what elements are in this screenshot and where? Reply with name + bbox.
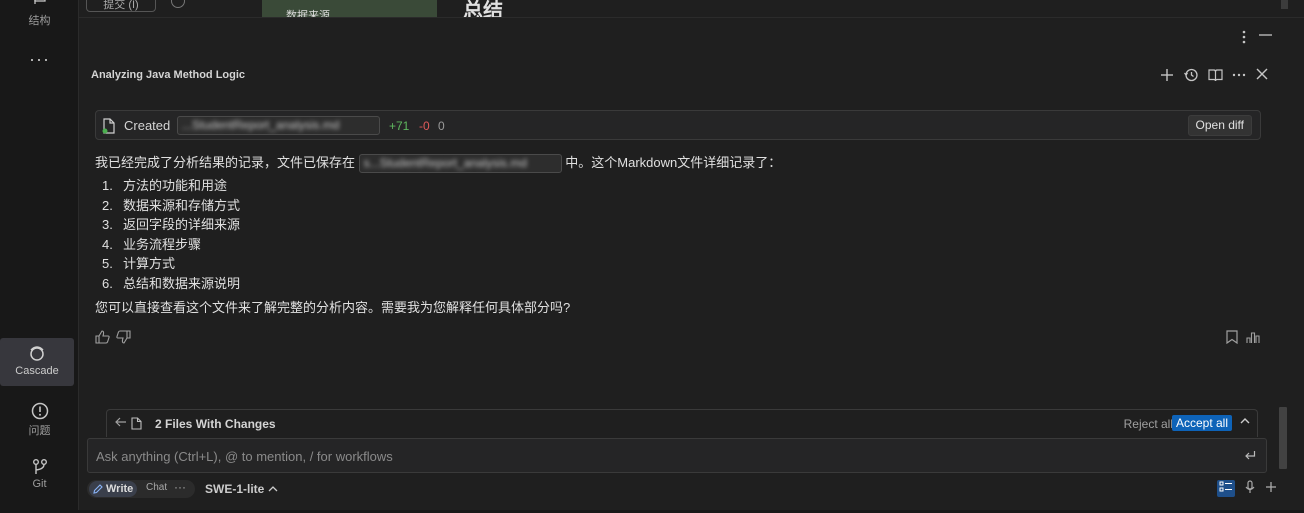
model-selector[interactable]: SWE-1-lite	[205, 482, 278, 496]
created-file-card: Created ...StudentReport_analysis.md +71…	[95, 110, 1261, 140]
write-mode-label: Write	[106, 483, 134, 495]
write-mode-button[interactable]: Write	[89, 481, 138, 497]
created-label: Created	[124, 118, 171, 133]
add-context-icon[interactable]	[1265, 481, 1277, 496]
activity-structure-label: 结构	[28, 15, 51, 27]
edit-icon	[93, 484, 103, 494]
file-icon	[131, 417, 142, 433]
stats-icon[interactable]	[1246, 330, 1260, 347]
list-item: 1. 方法的功能和用途	[102, 178, 228, 193]
activity-problems-label: 问题	[28, 425, 51, 437]
lines-removed: -0	[419, 119, 430, 133]
book-icon[interactable]	[1208, 68, 1223, 82]
mode-more-icon[interactable]: ···	[174, 480, 186, 494]
chat-input[interactable]	[96, 446, 1216, 466]
kebab-menu-icon[interactable]	[1242, 30, 1246, 49]
lines-unchanged: 0	[438, 119, 445, 133]
lines-added: +71	[389, 119, 410, 133]
list-item: 6. 总结和数据来源说明	[102, 275, 241, 291]
editor-scrollbar[interactable]	[1281, 0, 1288, 9]
activity-cascade[interactable]: Cascade	[0, 338, 74, 386]
chevron-up-icon	[268, 486, 278, 492]
activity-git-label: Git	[32, 478, 47, 490]
assistant-message-intro: 我已经完成了分析结果的记录，文件已保存在 s...StudentReport_a…	[95, 153, 782, 174]
list-item: 3. 返回字段的详细来源	[102, 217, 241, 233]
activity-git[interactable]: Git	[0, 458, 79, 490]
message-text-before: 我已经完成了分析结果的记录，文件已保存在	[95, 155, 356, 170]
history-icon[interactable]	[1184, 68, 1198, 82]
chat-bottom-bar: Write Chat ··· SWE-1-lite	[87, 479, 1277, 499]
back-arrow-icon[interactable]	[115, 416, 127, 431]
activity-structure[interactable]: 结构	[0, 0, 79, 28]
microphone-icon[interactable]	[1245, 480, 1255, 497]
cascade-chat-panel: Analyzing Java Method Logic Created ...S…	[79, 59, 1304, 513]
input-tools	[1217, 480, 1277, 497]
minimize-icon[interactable]	[1259, 28, 1272, 46]
conversation-title: Analyzing Java Method Logic	[91, 69, 246, 81]
chat-scrollbar[interactable]	[1279, 407, 1287, 469]
saved-file-link[interactable]: s...StudentReport_analysis.md	[358, 154, 562, 174]
accept-all-button[interactable]: Accept all	[1171, 415, 1232, 431]
markdown-heading: 总结	[463, 0, 503, 17]
thumbs-down-icon[interactable]	[116, 330, 131, 347]
message-actions	[1226, 330, 1260, 347]
submit-button[interactable]: 提交 (I)	[86, 0, 156, 12]
followup-question: 您可以直接查看这个文件来了解完整的分析内容。需要我为您解释任何具体部分吗?	[95, 300, 571, 315]
editor-top-strip: 提交 (I) 数据来源 总结	[79, 0, 1304, 17]
files-changed-label[interactable]: 2 Files With Changes	[155, 417, 276, 431]
panel-header	[79, 17, 1304, 59]
cascade-icon	[30, 346, 44, 361]
thumbs-up-icon[interactable]	[95, 330, 110, 347]
activity-problems[interactable]: 问题	[0, 402, 79, 438]
problems-icon	[31, 402, 48, 420]
list-item: 4. 业务流程步骤	[102, 236, 202, 252]
more-options-icon[interactable]	[1232, 68, 1246, 82]
created-file-link[interactable]: ...StudentReport_analysis.md	[177, 116, 380, 135]
file-icon	[102, 118, 116, 137]
feedback-buttons	[95, 330, 131, 347]
code-line-text: 数据来源	[286, 10, 330, 17]
created-file-name: ...StudentReport_analysis.md	[182, 118, 340, 132]
close-icon[interactable]	[1256, 68, 1270, 82]
new-chat-icon[interactable]	[1160, 68, 1174, 82]
checklist-icon[interactable]	[1217, 480, 1235, 497]
activity-bar: 结构 ··· Cascade 问题 Git	[0, 0, 79, 513]
reject-all-button[interactable]: Reject all	[1124, 417, 1173, 431]
list-item: 2. 数据来源和存储方式	[102, 197, 241, 213]
open-diff-button[interactable]: Open diff	[1187, 115, 1252, 136]
chat-mode-button[interactable]: Chat	[146, 482, 167, 493]
conversation-actions	[1160, 68, 1270, 82]
summary-list: 1. 方法的功能和用途 2. 数据来源和存储方式 3. 返回字段的详细来源 4. 业务流…	[102, 176, 240, 294]
structure-icon	[33, 0, 46, 4]
saved-file-name: s...StudentReport_analysis.md	[363, 156, 528, 171]
mode-switch: Write Chat ···	[87, 480, 195, 498]
send-icon[interactable]	[1244, 449, 1256, 464]
list-item: 5. 计算方式	[102, 256, 176, 272]
model-name: SWE-1-lite	[205, 482, 265, 496]
activity-cascade-label: Cascade	[15, 365, 59, 377]
bookmark-icon[interactable]	[1226, 330, 1238, 347]
message-text-after: 中。这个Markdown文件详细记录了：	[565, 155, 782, 170]
chat-input-box	[87, 438, 1267, 473]
git-icon	[32, 459, 47, 474]
chevron-up-icon[interactable]	[1239, 415, 1251, 430]
editor-minimap-thumb: 数据来源	[262, 0, 437, 17]
settings-icon[interactable]	[171, 0, 185, 8]
more-icon[interactable]: ···	[0, 49, 79, 70]
files-with-changes-bar: 2 Files With Changes Reject all Accept a…	[106, 409, 1258, 437]
